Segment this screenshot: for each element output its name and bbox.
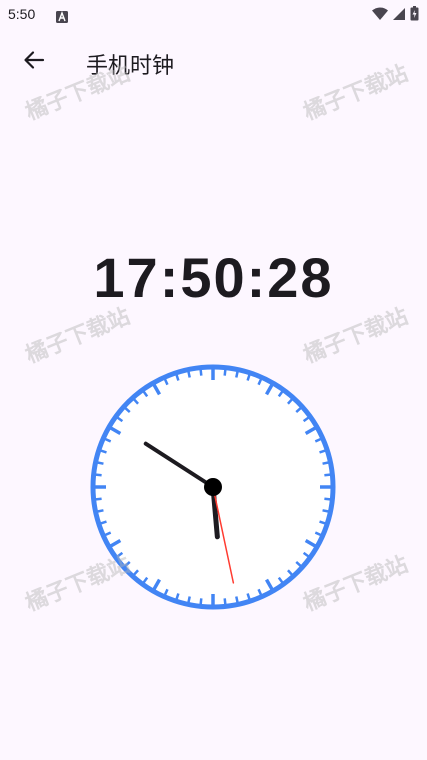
clock-minute-tick	[223, 369, 227, 376]
digital-time: 17:50:28	[93, 246, 334, 309]
clock-minute-tick	[175, 374, 180, 381]
clock-minute-tick	[97, 461, 104, 465]
a-badge-icon	[56, 8, 68, 27]
clock-minute-tick	[199, 598, 203, 605]
clock-minute-tick	[246, 593, 251, 600]
wifi-icon	[372, 6, 388, 25]
battery-icon	[410, 6, 419, 25]
clock-minute-tick	[187, 596, 191, 603]
clock-minute-tick	[95, 497, 102, 501]
clock-minute-tick	[100, 449, 107, 454]
clock-minute-tick	[187, 371, 191, 378]
app-bar: 手机时钟	[0, 36, 427, 92]
clock-minute-tick	[322, 461, 329, 465]
arrow-left-icon	[23, 49, 45, 75]
clock-minute-tick	[97, 509, 104, 513]
clock-minute-tick	[95, 473, 102, 477]
clock-minute-tick	[235, 596, 239, 603]
clock-minute-tick	[322, 509, 329, 513]
clock-minute-tick	[246, 374, 251, 381]
clock-minute-tick	[324, 473, 331, 477]
status-bar: 5:50	[0, 0, 427, 30]
clock-minute-tick	[235, 371, 239, 378]
signal-icon	[392, 6, 406, 25]
analog-clock	[90, 364, 336, 610]
status-time: 5:50	[8, 6, 36, 22]
clock-minute-tick	[100, 520, 107, 525]
clock-minute-tick	[223, 598, 227, 605]
clock-minute-tick	[319, 449, 326, 454]
clock-minute-tick	[199, 369, 203, 376]
clock-minute-tick	[319, 520, 326, 525]
page-title: 手机时钟	[86, 54, 175, 79]
clock-minute-tick	[324, 497, 331, 501]
status-icons	[372, 6, 419, 25]
clock-center	[204, 478, 222, 496]
back-button[interactable]	[12, 40, 56, 84]
clock-minute-tick	[175, 593, 180, 600]
